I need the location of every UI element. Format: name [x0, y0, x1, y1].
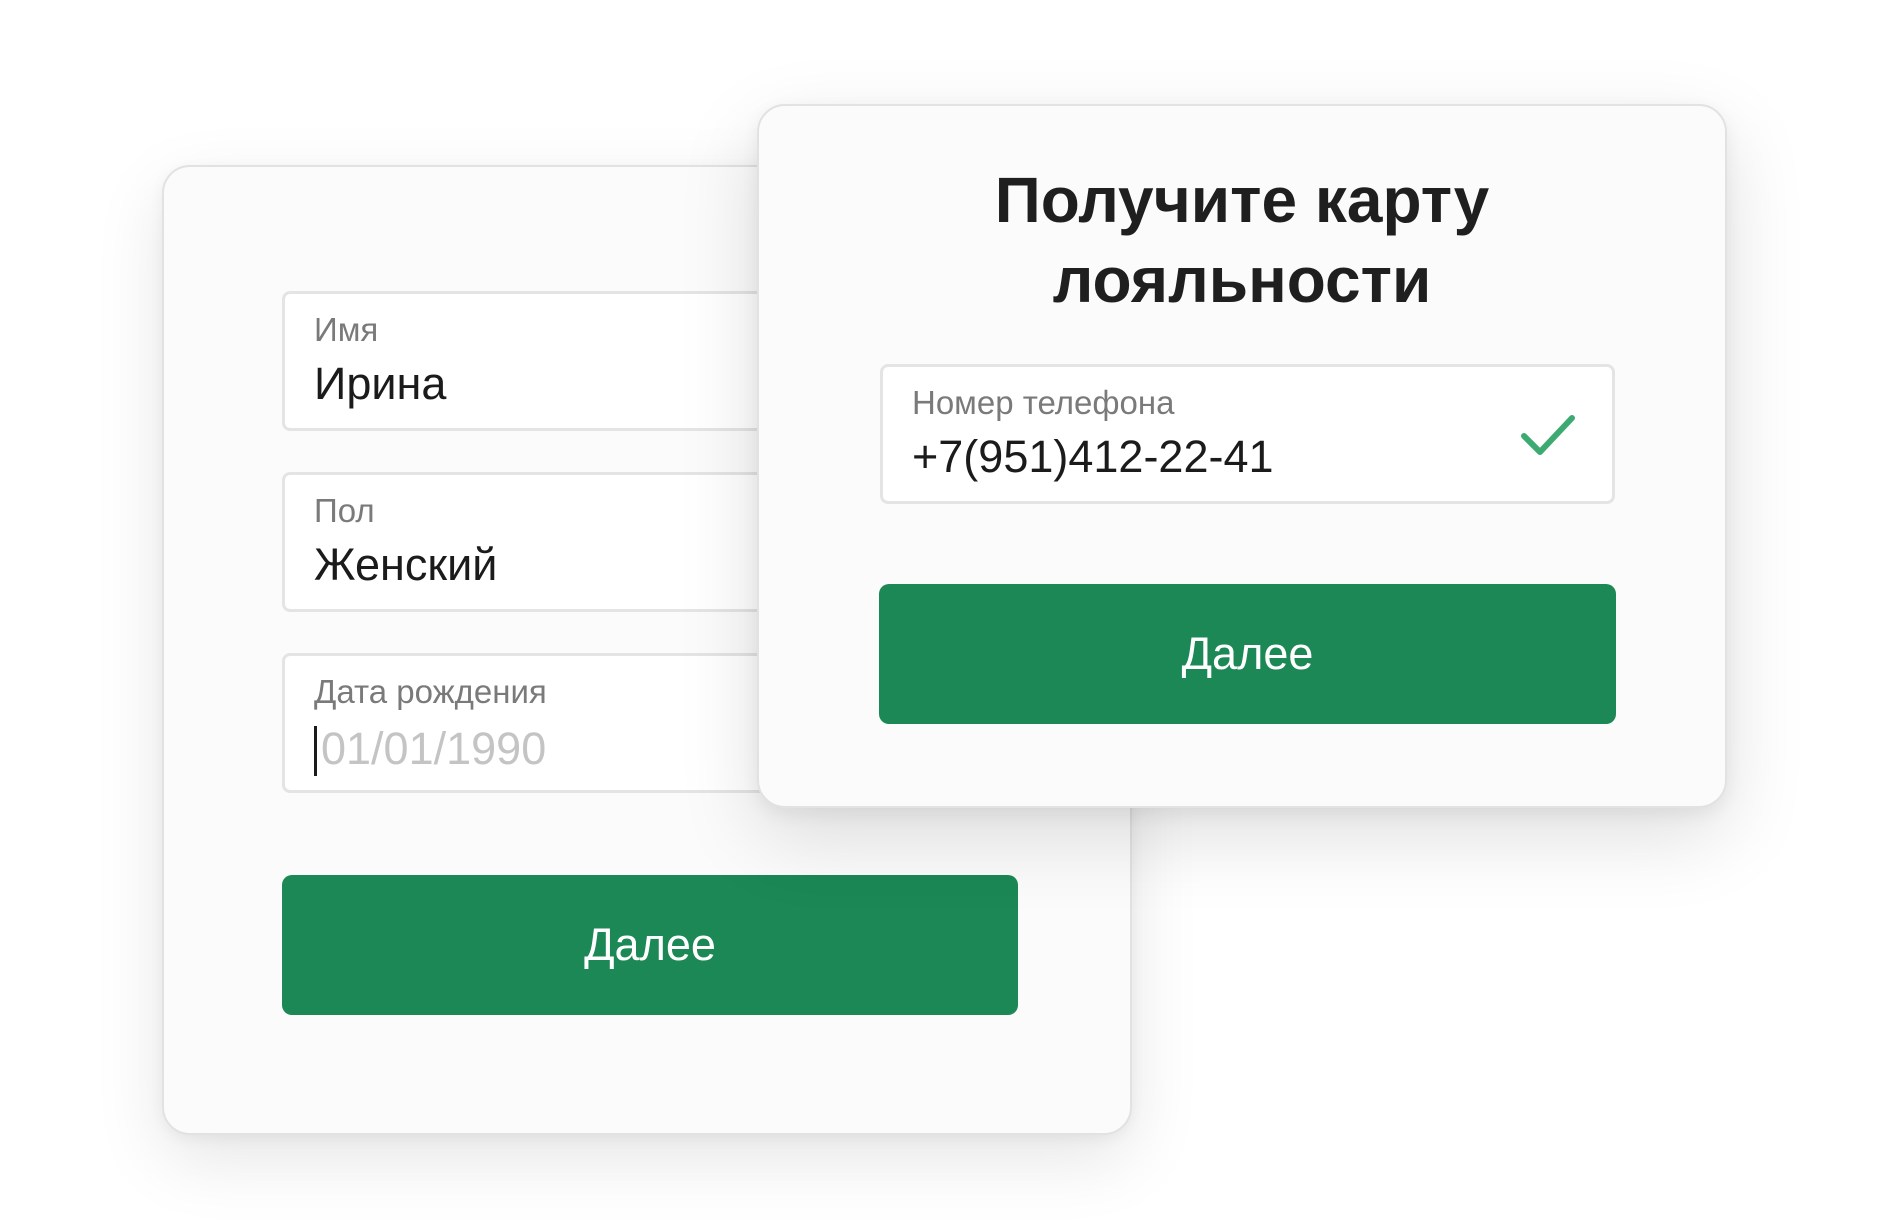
birthdate-field-placeholder: 01/01/1990 — [321, 723, 547, 774]
text-caret — [314, 726, 317, 776]
loyalty-form-card: Получите карту лояльности Номер телефона… — [757, 104, 1727, 808]
phone-field-label: Номер телефона — [912, 384, 1175, 421]
phone-field[interactable]: Номер телефона +7(951)412-22-41 — [880, 364, 1615, 504]
gender-field-label: Пол — [314, 492, 375, 529]
loyalty-title-line-2: лояльности — [1052, 244, 1432, 316]
birthdate-field-label: Дата рождения — [314, 673, 547, 710]
loyalty-title-line-1: Получите карту — [994, 164, 1490, 236]
gender-field-value: Женский — [314, 539, 498, 590]
loyalty-title: Получите карту лояльности — [759, 160, 1725, 320]
name-field-value: Ирина — [314, 358, 447, 409]
profile-next-button[interactable]: Далее — [282, 875, 1018, 1015]
phone-field-value: +7(951)412-22-41 — [912, 431, 1274, 482]
check-icon — [1521, 415, 1575, 455]
loyalty-next-button[interactable]: Далее — [879, 584, 1616, 724]
name-field-label: Имя — [314, 311, 379, 348]
